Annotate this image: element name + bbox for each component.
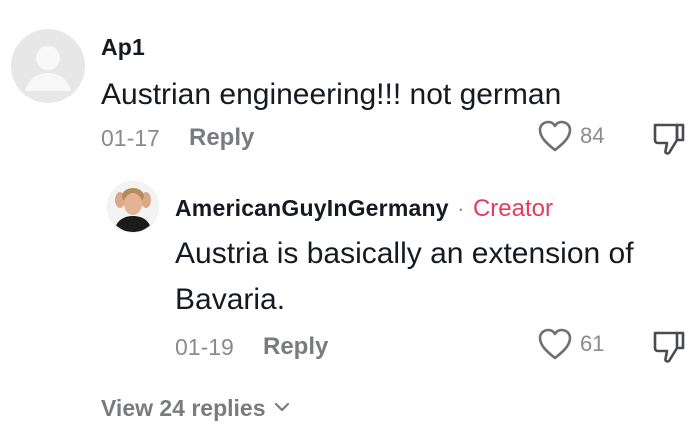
default-avatar-icon — [11, 29, 85, 103]
thumbs-down-icon[interactable] — [652, 329, 686, 365]
comment-date: 01-17 — [101, 125, 160, 151]
reply-header: AmericanGuyInGermany · Creator — [175, 195, 553, 223]
creator-portrait-icon — [108, 182, 158, 232]
reply-text-line1: Austria is basically an extension of — [175, 237, 634, 270]
creator-badge: Creator — [472, 195, 553, 222]
comment-username[interactable]: Ap1 — [101, 34, 145, 61]
reply-username[interactable]: AmericanGuyInGermany — [175, 195, 449, 221]
reply-to-reply-button[interactable]: Reply — [263, 333, 328, 361]
separator-dot: · — [457, 196, 465, 221]
reply-like-count: 61 — [580, 331, 605, 356]
reply-text-line2: Bavaria. — [175, 283, 286, 316]
avatar[interactable] — [11, 29, 85, 103]
view-replies-button[interactable]: View 24 replies — [101, 395, 290, 422]
comment-text: Austrian engineering!!! not german — [101, 78, 562, 111]
heart-icon[interactable] — [537, 327, 573, 361]
view-replies-label[interactable]: View 24 replies — [101, 395, 266, 422]
heart-icon[interactable] — [537, 119, 573, 153]
thumbs-down-icon[interactable] — [652, 121, 686, 157]
chevron-down-icon[interactable] — [274, 400, 290, 418]
reply-button[interactable]: Reply — [189, 124, 254, 152]
like-count: 84 — [580, 123, 605, 148]
creator-avatar[interactable] — [107, 181, 159, 233]
reply-date: 01-19 — [175, 334, 234, 360]
